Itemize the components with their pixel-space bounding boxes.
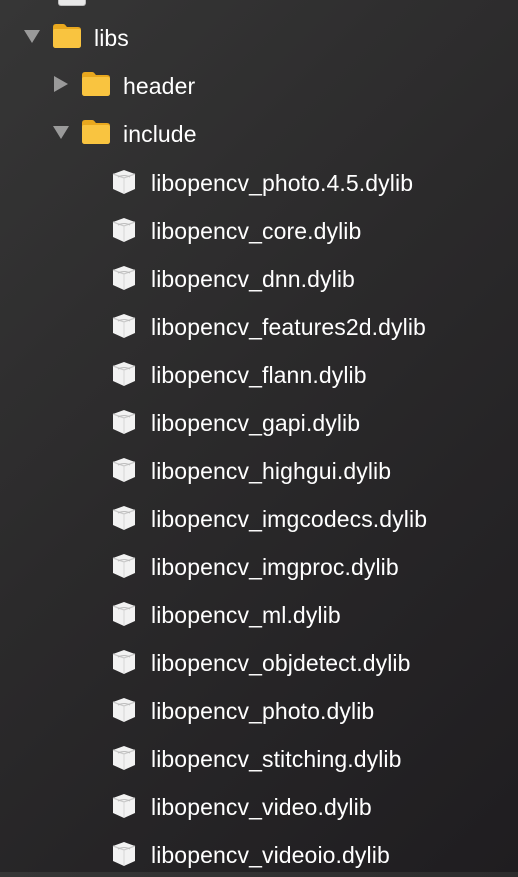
library-file-icon bbox=[112, 218, 136, 242]
tree-row-file[interactable]: libopencv_features2d.dylib bbox=[0, 301, 518, 349]
tree-row-label: libopencv_photo.dylib bbox=[151, 698, 375, 724]
tree-row-label: libopencv_photo.4.5.dylib bbox=[151, 170, 414, 196]
tree-row-file[interactable]: libopencv_imgcodecs.dylib bbox=[0, 493, 518, 541]
tree-row-label: libopencv_video.dylib bbox=[151, 794, 372, 820]
library-file-icon bbox=[112, 602, 136, 626]
library-file-icon bbox=[112, 842, 136, 866]
library-file-icon bbox=[112, 410, 136, 434]
folder-icon bbox=[53, 24, 81, 48]
tree-row-file[interactable]: libopencv_videoio.dylib bbox=[0, 829, 518, 877]
tree-row-libs[interactable]: libs bbox=[0, 12, 518, 60]
partial-file-icon bbox=[58, 0, 86, 6]
library-file-icon bbox=[112, 746, 136, 770]
library-file-icon bbox=[112, 554, 136, 578]
tree-row-label: libs bbox=[94, 25, 129, 51]
tree-row-label: libopencv_imgcodecs.dylib bbox=[151, 506, 428, 532]
library-file-icon bbox=[112, 458, 136, 482]
library-file-icon bbox=[112, 650, 136, 674]
tree-row-label: header bbox=[123, 73, 196, 99]
library-file-icon bbox=[112, 506, 136, 530]
tree-row-label: libopencv_flann.dylib bbox=[151, 362, 367, 388]
tree-row-label: libopencv_gapi.dylib bbox=[151, 410, 361, 436]
tree-row-label: libopencv_features2d.dylib bbox=[151, 314, 426, 340]
tree-row-label: libopencv_objdetect.dylib bbox=[151, 650, 411, 676]
library-file-icon bbox=[112, 266, 136, 290]
tree-row-file[interactable]: libopencv_gapi.dylib bbox=[0, 397, 518, 445]
disclosure-expanded-icon[interactable] bbox=[22, 26, 42, 46]
tree-row-include[interactable]: include bbox=[0, 108, 518, 156]
tree-row-label: libopencv_dnn.dylib bbox=[151, 266, 355, 292]
disclosure-expanded-icon[interactable] bbox=[51, 122, 71, 142]
tree-row-header[interactable]: header bbox=[0, 60, 518, 108]
disclosure-collapsed-icon[interactable] bbox=[51, 74, 71, 94]
library-file-icon bbox=[112, 362, 136, 386]
tree-row-file[interactable]: libopencv_ml.dylib bbox=[0, 589, 518, 637]
tree-row-file[interactable]: libopencv_core.dylib bbox=[0, 205, 518, 253]
tree-row-file[interactable]: libopencv_video.dylib bbox=[0, 781, 518, 829]
file-tree: libs header include libopencv_photo.4.5.… bbox=[0, 0, 518, 872]
tree-row-label: libopencv_stitching.dylib bbox=[151, 746, 402, 772]
library-file-icon bbox=[112, 314, 136, 338]
library-file-icon bbox=[112, 698, 136, 722]
tree-row-file[interactable]: libopencv_flann.dylib bbox=[0, 349, 518, 397]
tree-row-label: libopencv_highgui.dylib bbox=[151, 458, 392, 484]
tree-row-label: libopencv_ml.dylib bbox=[151, 602, 341, 628]
tree-row-file[interactable]: libopencv_photo.dylib bbox=[0, 685, 518, 733]
folder-icon bbox=[82, 120, 110, 144]
library-file-icon bbox=[112, 794, 136, 818]
tree-row-file[interactable]: libopencv_dnn.dylib bbox=[0, 253, 518, 301]
tree-row-file[interactable]: libopencv_highgui.dylib bbox=[0, 445, 518, 493]
tree-row-label: include bbox=[123, 121, 197, 147]
tree-row-file[interactable]: libopencv_objdetect.dylib bbox=[0, 637, 518, 685]
tree-row-label: libopencv_videoio.dylib bbox=[151, 842, 390, 868]
tree-row-file[interactable]: libopencv_imgproc.dylib bbox=[0, 541, 518, 589]
library-file-icon bbox=[112, 170, 136, 194]
folder-icon bbox=[82, 72, 110, 96]
tree-row-label: libopencv_core.dylib bbox=[151, 218, 362, 244]
tree-row-file[interactable]: libopencv_photo.4.5.dylib bbox=[0, 157, 518, 205]
tree-row-label: libopencv_imgproc.dylib bbox=[151, 554, 399, 580]
tree-row-file[interactable]: libopencv_stitching.dylib bbox=[0, 733, 518, 781]
